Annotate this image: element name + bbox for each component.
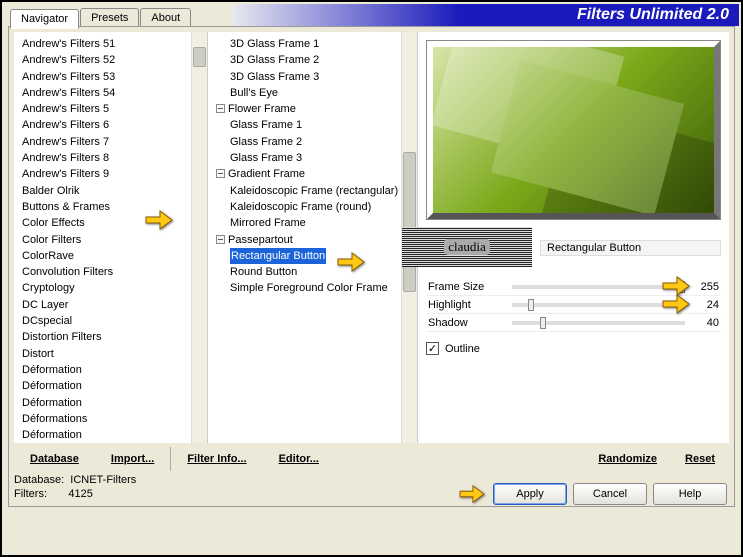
param-label: Frame Size (426, 281, 506, 293)
list-item[interactable]: 3D Glass Frame 1 (216, 36, 415, 52)
list-item[interactable]: Convolution Filters (22, 264, 205, 280)
toolbar-row: Database Import... Filter Info... Editor… (14, 447, 729, 471)
list-item[interactable]: Bull's Eye (216, 85, 415, 101)
pointer-icon (457, 483, 487, 505)
param-value: 24 (691, 299, 721, 311)
list-item[interactable]: DC Layer (22, 297, 205, 313)
outline-option: Outline (426, 342, 480, 355)
list-item[interactable]: Buttons & Frames (22, 199, 205, 215)
list-item[interactable]: Déformation (22, 427, 205, 443)
cancel-button[interactable]: Cancel (573, 483, 647, 505)
filter-list-pane: 3D Glass Frame 13D Glass Frame 23D Glass… (208, 32, 418, 443)
param-value: 40 (691, 317, 721, 329)
filter-list[interactable]: 3D Glass Frame 13D Glass Frame 23D Glass… (208, 32, 417, 443)
status-filters-label: Filters: (14, 488, 47, 500)
param-frame-size: Frame Size 255 (426, 278, 721, 296)
status-filters-value: 4125 (68, 488, 92, 500)
collapse-icon[interactable] (216, 169, 225, 178)
list-item[interactable]: Balder Olrik (22, 183, 205, 199)
list-item[interactable]: 3D Glass Frame 3 (216, 69, 415, 85)
help-button[interactable]: Help (653, 483, 727, 505)
list-item[interactable]: Glass Frame 2 (216, 134, 415, 150)
list-item[interactable]: Andrew's Filters 6 (22, 117, 205, 133)
parameter-list: Frame Size 255 Highlight 24 Shadow 40 (426, 278, 721, 332)
list-item[interactable]: Mirrored Frame (216, 215, 415, 231)
current-filter-label: Rectangular Button (540, 240, 721, 256)
list-item[interactable]: Déformation (22, 378, 205, 394)
list-item[interactable]: ColorRave (22, 248, 205, 264)
collapse-icon[interactable] (216, 235, 225, 244)
list-item[interactable]: Andrew's Filters 9 (22, 166, 205, 182)
param-slider[interactable] (512, 285, 685, 289)
list-item[interactable]: Déformation (22, 362, 205, 378)
list-item[interactable]: Gradient Frame (216, 166, 415, 182)
list-item[interactable]: Déformation (22, 395, 205, 411)
list-item[interactable]: Glass Frame 1 (216, 117, 415, 133)
collapse-icon[interactable] (216, 104, 225, 113)
title-bar: Filters Unlimited 2.0 (232, 4, 739, 26)
list-item[interactable]: Kaleidoscopic Frame (rectangular) (216, 183, 415, 199)
list-item[interactable]: Round Button (216, 264, 415, 280)
list-item[interactable]: Passepartout (216, 232, 415, 248)
list-item[interactable]: Andrew's Filters 8 (22, 150, 205, 166)
database-button[interactable]: Database (14, 453, 95, 465)
list-item[interactable]: Kaleidoscopic Frame (round) (216, 199, 415, 215)
param-label: Shadow (426, 317, 506, 329)
category-list[interactable]: Andrew's Filters 51Andrew's Filters 52An… (14, 32, 207, 443)
apply-button[interactable]: Apply (493, 483, 567, 505)
preview-pane: claudia Rectangular Button Frame Size 25… (418, 32, 729, 443)
param-label: Highlight (426, 299, 506, 311)
randomize-button[interactable]: Randomize (584, 453, 671, 465)
list-item[interactable]: Déformations (22, 411, 205, 427)
list-item[interactable]: DCspecial (22, 313, 205, 329)
list-item[interactable]: Distortion Filters (22, 329, 205, 345)
tab-navigator[interactable]: Navigator (10, 9, 79, 29)
category-scrollbar[interactable] (191, 32, 207, 443)
dialog-buttons: Apply Cancel Help (457, 483, 727, 505)
tab-about[interactable]: About (140, 8, 191, 28)
scrollbar-thumb[interactable] (193, 47, 206, 67)
list-item[interactable]: Rectangular Button (216, 248, 415, 264)
reset-button[interactable]: Reset (671, 453, 729, 465)
window: Filters Unlimited 2.0 Navigator Presets … (0, 0, 743, 557)
filter-info-button[interactable]: Filter Info... (171, 453, 262, 465)
list-item[interactable]: Andrew's Filters 53 (22, 69, 205, 85)
list-item[interactable]: Andrew's Filters 7 (22, 134, 205, 150)
scrollbar-thumb[interactable] (403, 152, 416, 292)
param-value: 255 (691, 281, 721, 293)
list-item[interactable]: Cryptology (22, 280, 205, 296)
param-slider[interactable] (512, 321, 685, 325)
list-item[interactable]: Andrew's Filters 5 (22, 101, 205, 117)
status-db-value: ICNET-Filters (70, 474, 136, 486)
editor-button[interactable]: Editor... (263, 453, 335, 465)
list-item[interactable]: Color Filters (22, 232, 205, 248)
content-area: Andrew's Filters 51Andrew's Filters 52An… (14, 32, 729, 443)
list-item[interactable]: Distort (22, 346, 205, 362)
param-highlight: Highlight 24 (426, 296, 721, 314)
import-button[interactable]: Import... (95, 453, 170, 465)
watermark-text: claudia (444, 239, 490, 255)
outline-label: Outline (445, 343, 480, 355)
list-item[interactable]: Andrew's Filters 51 (22, 36, 205, 52)
list-item[interactable]: Color Effects (22, 215, 205, 231)
preview-image (426, 40, 721, 220)
list-item[interactable]: Andrew's Filters 52 (22, 52, 205, 68)
tab-presets[interactable]: Presets (80, 8, 139, 28)
category-list-pane: Andrew's Filters 51Andrew's Filters 52An… (14, 32, 208, 443)
tab-strip: Navigator Presets About (10, 8, 192, 28)
outline-checkbox[interactable] (426, 342, 439, 355)
status-bar: Database: ICNET-Filters Filters: 4125 (14, 473, 136, 501)
list-item[interactable]: Simple Foreground Color Frame (216, 280, 415, 296)
param-slider[interactable] (512, 303, 685, 307)
list-item[interactable]: 3D Glass Frame 2 (216, 52, 415, 68)
app-title: Filters Unlimited 2.0 (577, 6, 729, 24)
watermark-badge: claudia (402, 227, 532, 267)
list-item[interactable]: Glass Frame 3 (216, 150, 415, 166)
param-shadow: Shadow 40 (426, 314, 721, 332)
list-item[interactable]: Flower Frame (216, 101, 415, 117)
list-item[interactable]: Andrew's Filters 54 (22, 85, 205, 101)
status-db-label: Database: (14, 474, 64, 486)
